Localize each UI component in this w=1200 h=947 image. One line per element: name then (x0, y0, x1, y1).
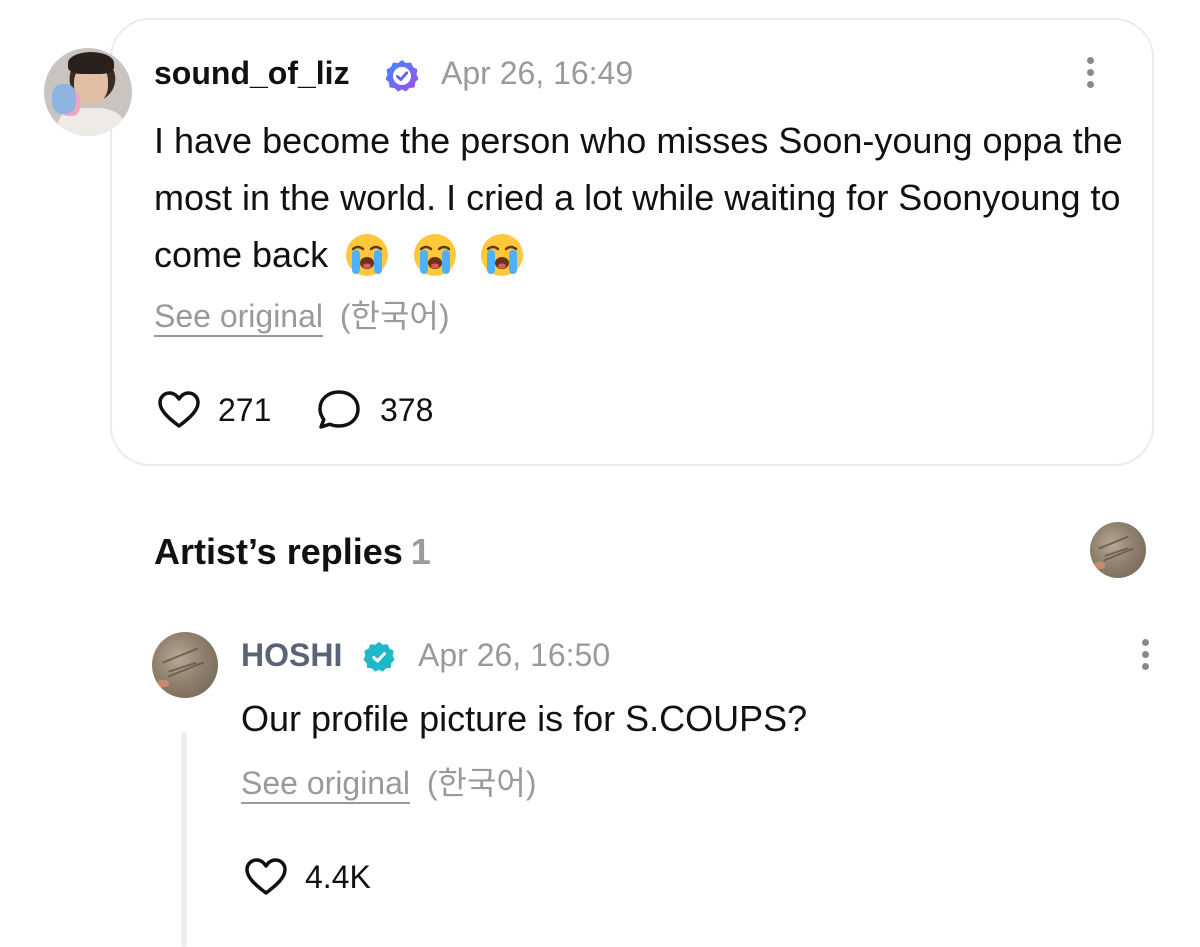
verified-badge-icon (385, 60, 419, 92)
language-label: (한국어) (426, 765, 537, 801)
reply-timestamp: Apr 26, 16:50 (418, 637, 611, 673)
comment-icon[interactable] (316, 388, 364, 432)
loudly-crying-face-icon (413, 233, 456, 276)
see-original-link[interactable]: See original (241, 765, 410, 804)
artist-avatar[interactable] (1090, 522, 1146, 578)
artist-replies-title: Artist’s replies (154, 531, 403, 572)
see-original-link[interactable]: See original (154, 298, 323, 337)
post-text: I have become the person who misses Soon… (154, 120, 1123, 275)
verified-badge-icon (363, 641, 395, 672)
more-options-icon[interactable] (1139, 635, 1151, 675)
heart-icon[interactable] (244, 857, 288, 897)
heart-icon[interactable] (157, 390, 201, 430)
like-count: 271 (218, 392, 272, 428)
avatar[interactable] (152, 632, 218, 698)
post-timestamp: Apr 26, 16:49 (441, 55, 634, 91)
reply-text: Our profile picture is for S.COUPS? (241, 698, 808, 739)
see-original-row: See original (한국어) (154, 296, 450, 337)
loudly-crying-face-icon (481, 233, 523, 276)
loudly-crying-face-icon (346, 233, 389, 276)
artist-replies-count: 1 (410, 531, 431, 572)
emoji-group (344, 229, 535, 286)
section-title: Artist’s replies 1 (154, 530, 431, 574)
avatar[interactable] (44, 48, 132, 136)
reply-like-count: 4.4K (305, 859, 371, 895)
thread-line (181, 732, 187, 947)
comment-count: 378 (380, 392, 434, 428)
post-username[interactable]: sound_of_liz (154, 53, 350, 93)
see-original-row: See original (한국어) (241, 763, 537, 804)
reply-username[interactable]: HOSHI (241, 635, 342, 675)
post-body: I have become the person who misses Soon… (154, 112, 1129, 286)
more-options-icon[interactable] (1084, 53, 1096, 93)
language-label: (한국어) (339, 298, 450, 334)
